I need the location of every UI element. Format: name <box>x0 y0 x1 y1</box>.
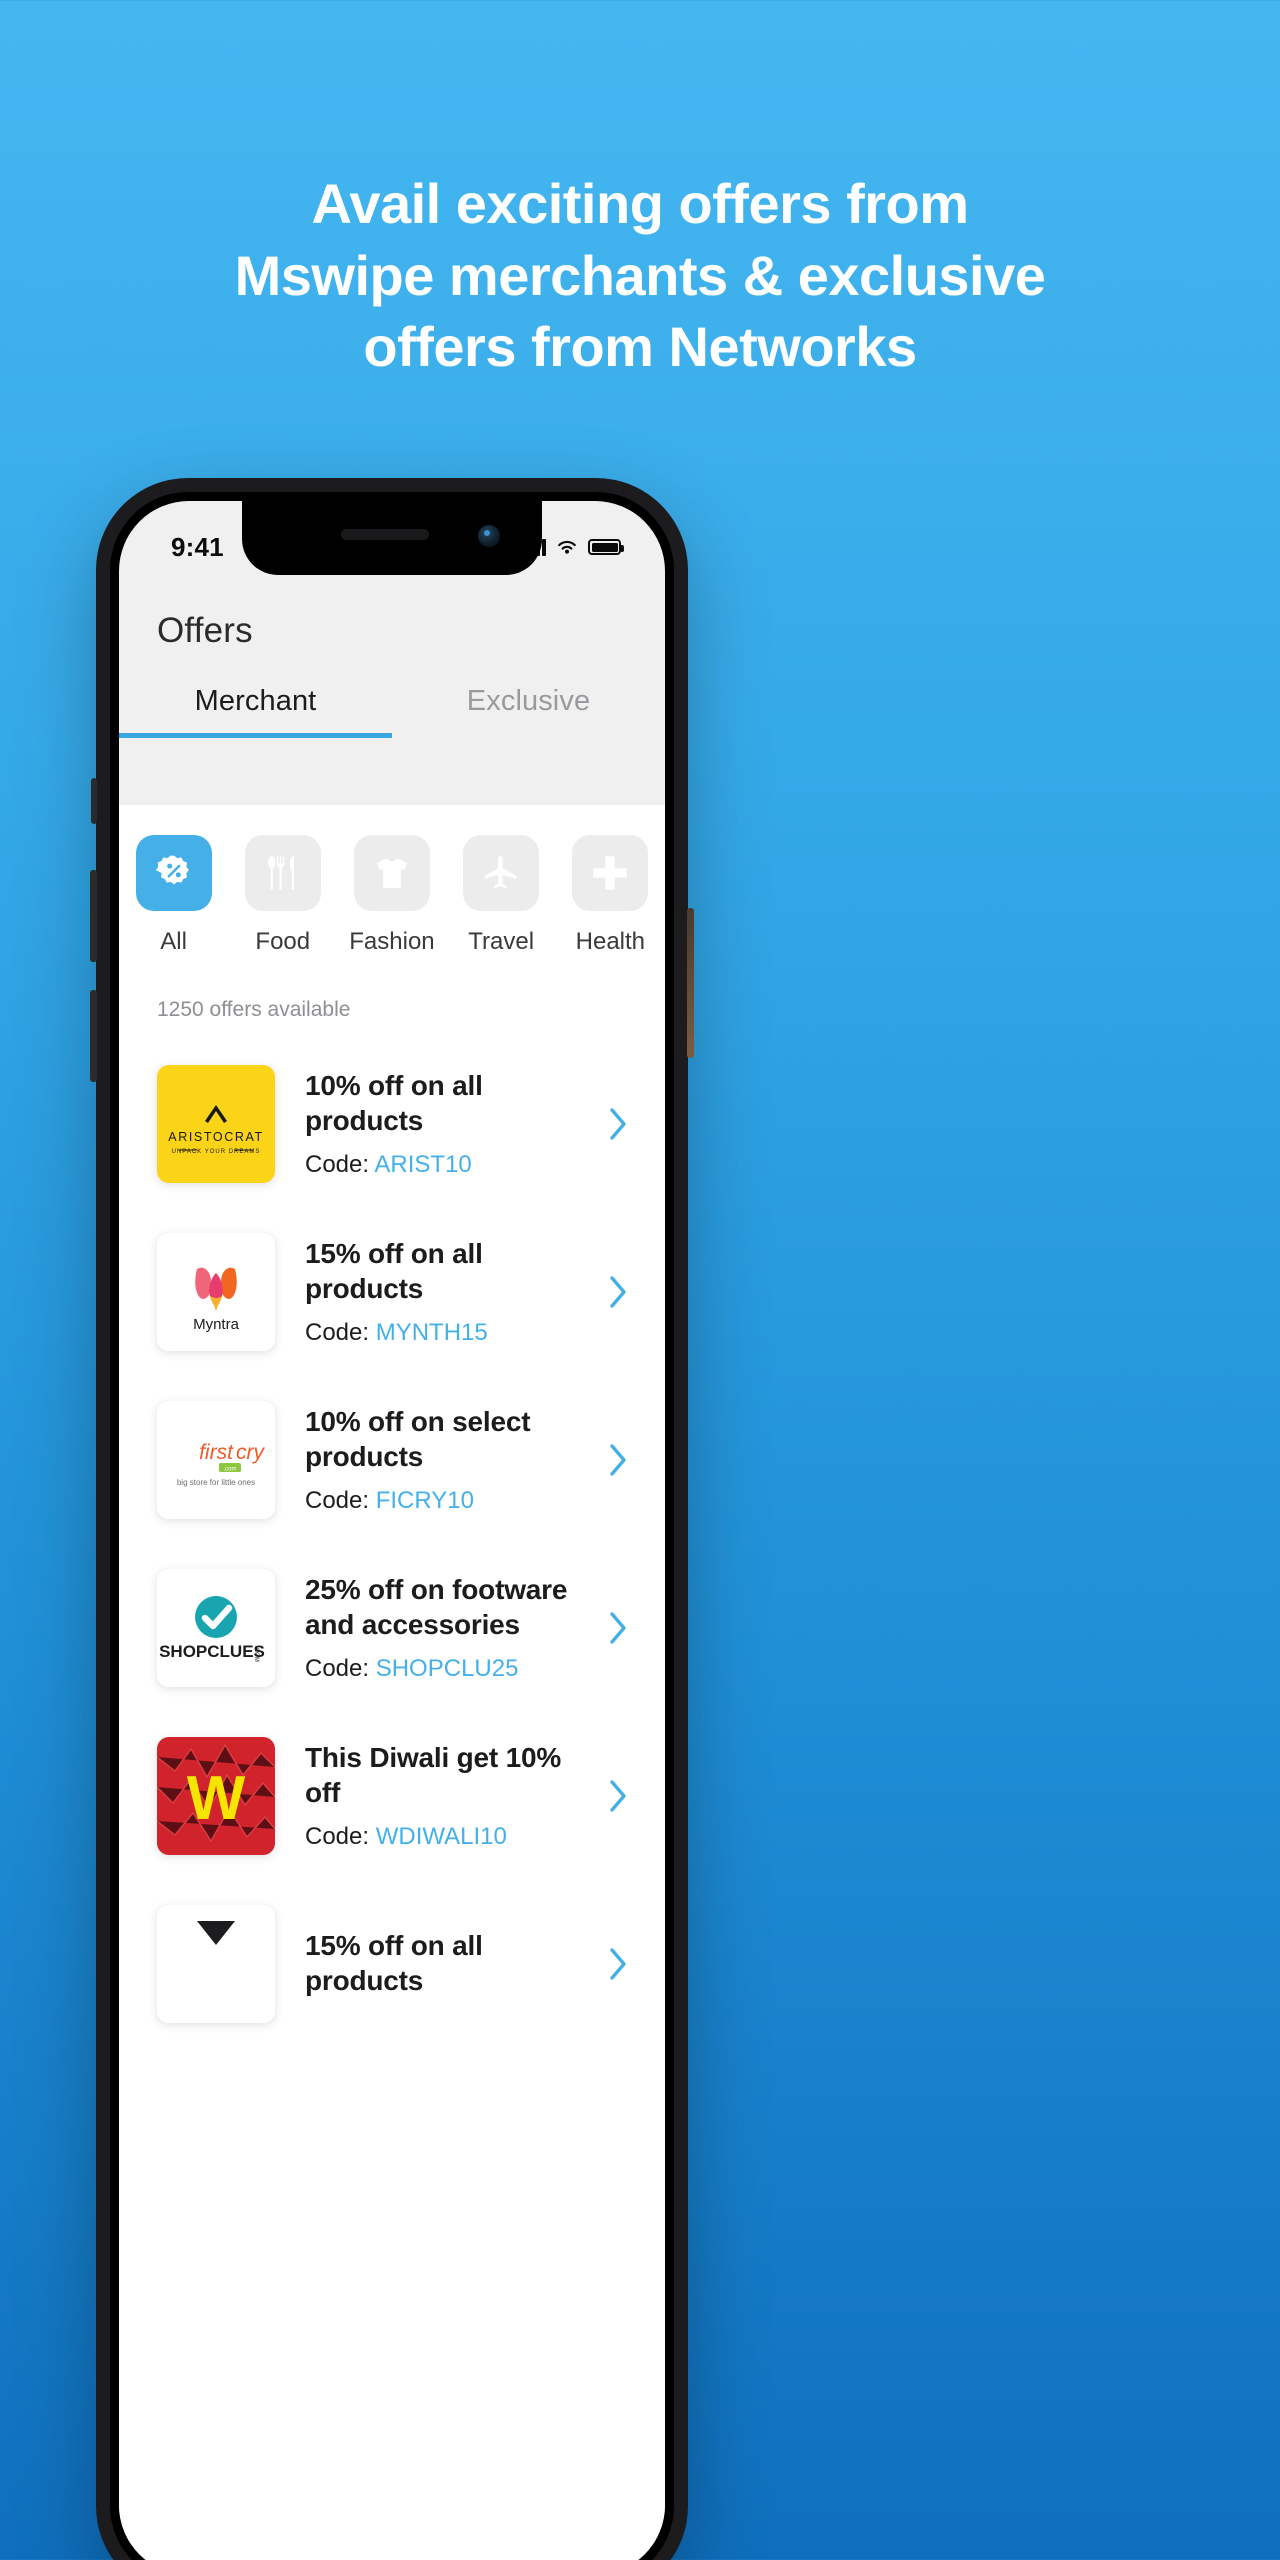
category-food[interactable]: Food <box>228 835 337 956</box>
tshirt-icon <box>353 835 430 911</box>
svg-text:UNPACK YOUR DREAMS: UNPACK YOUR DREAMS <box>172 1149 261 1155</box>
app-header: Offers Merchant Exclusive <box>119 575 665 738</box>
earpiece-speaker <box>340 529 429 540</box>
offer-list-item[interactable]: 15% off on all products <box>119 1880 665 2048</box>
battery-full-icon <box>588 539 624 555</box>
category-health[interactable]: Health <box>556 835 665 956</box>
brand-logo-wildcraft: W <box>157 1737 275 1855</box>
mute-switch[interactable] <box>91 778 97 824</box>
code-value[interactable]: ARIST10 <box>374 1151 471 1178</box>
offer-title: 25% off on footware and accessories <box>305 1574 568 1640</box>
headline-line-2: Mswipe merchants & exclusive <box>234 243 1046 307</box>
phone-mockup: 9:41 Offers Merchant Exclusive All Food … <box>90 478 694 2560</box>
front-camera-icon <box>478 525 500 547</box>
offer-text: 25% off on footware and accessories Code… <box>275 1573 601 1682</box>
brand-logo-firstcry: first cry .com big store for little ones <box>157 1401 275 1519</box>
offer-title: 10% off on select products <box>305 1406 531 1472</box>
code-prefix: Code: <box>305 1822 376 1850</box>
offer-list-item[interactable]: W This Diwali get 10% off Code: WDIWALI1… <box>119 1712 665 1880</box>
offer-list: ARISTOCRAT UNPACK YOUR DREAMS 10% off on… <box>119 1022 665 2048</box>
brand-logo-aristocrat: ARISTOCRAT UNPACK YOUR DREAMS <box>157 1065 275 1183</box>
offer-list-item[interactable]: SHOPCLUES .COM 25% off on footware and a… <box>119 1544 665 1712</box>
discount-badge-icon <box>135 835 212 911</box>
offers-content: All Food Fashion Travel Health 1250 offe… <box>119 805 665 2560</box>
chevron-right-icon[interactable] <box>601 1608 635 1648</box>
power-button[interactable] <box>687 908 694 1058</box>
code-prefix: Code: <box>305 1486 376 1514</box>
offer-title: This Diwali get 10% off <box>305 1742 562 1808</box>
volume-down-button[interactable] <box>90 990 97 1082</box>
offer-text: 15% off on all products Code: MYNTH15 <box>275 1237 601 1346</box>
medical-cross-icon <box>572 835 649 911</box>
offer-code: Code: ARIST10 <box>305 1151 585 1179</box>
chevron-right-icon[interactable] <box>601 1776 635 1816</box>
category-all[interactable]: All <box>119 835 228 956</box>
chevron-right-icon[interactable] <box>601 1104 635 1144</box>
tab-bar: Merchant Exclusive <box>119 685 665 738</box>
category-filter-row: All Food Fashion Travel Health <box>119 805 665 966</box>
promo-headline: Avail exciting offers from Mswipe mercha… <box>0 168 1280 383</box>
category-fashion[interactable]: Fashion <box>337 835 446 956</box>
offer-text: 15% off on all products <box>275 1929 601 1998</box>
status-time: 9:41 <box>171 531 224 562</box>
volume-up-button[interactable] <box>90 870 97 962</box>
airplane-icon <box>463 835 540 911</box>
headline-line-1: Avail exciting offers from <box>311 172 969 235</box>
chevron-right-icon[interactable] <box>601 1944 635 1984</box>
offer-text: 10% off on all products Code: ARIST10 <box>275 1069 601 1178</box>
offer-title: 10% off on all products <box>305 1070 483 1136</box>
tab-exclusive[interactable]: Exclusive <box>392 685 665 738</box>
svg-text:first: first <box>199 1441 234 1464</box>
wifi-icon <box>558 540 576 554</box>
offer-count-label: 1250 offers available <box>157 998 351 1021</box>
code-prefix: Code: <box>305 1654 376 1682</box>
offer-title: 15% off on all products <box>305 1238 483 1304</box>
tab-merchant[interactable]: Merchant <box>119 685 392 738</box>
offer-code: Code: WDIWALI10 <box>305 1823 585 1851</box>
phone-bezel: 9:41 Offers Merchant Exclusive All Food … <box>110 492 674 2560</box>
chevron-right-icon[interactable] <box>601 1272 635 1312</box>
offer-code: Code: FICRY10 <box>305 1487 585 1515</box>
code-value[interactable]: FICRY10 <box>376 1487 474 1514</box>
category-travel[interactable]: Travel <box>447 835 556 956</box>
notch <box>242 501 542 575</box>
offer-list-item[interactable]: ARISTOCRAT UNPACK YOUR DREAMS 10% off on… <box>119 1040 665 1208</box>
svg-text:ARISTOCRAT: ARISTOCRAT <box>168 1130 263 1144</box>
offer-code: Code: SHOPCLU25 <box>305 1655 585 1683</box>
chevron-right-icon[interactable] <box>601 1440 635 1480</box>
category-food-label: Food <box>255 928 311 955</box>
svg-text:Myntra: Myntra <box>193 1316 240 1333</box>
code-value[interactable]: MYNTH15 <box>376 1319 488 1346</box>
brand-logo-partial <box>157 1905 275 2023</box>
brand-logo-myntra: Myntra <box>157 1233 275 1351</box>
code-prefix: Code: <box>305 1318 376 1346</box>
code-value[interactable]: WDIWALI10 <box>376 1823 507 1850</box>
offer-text: 10% off on select products Code: FICRY10 <box>275 1405 601 1514</box>
cutlery-icon <box>244 835 321 911</box>
code-value[interactable]: SHOPCLU25 <box>376 1655 519 1682</box>
svg-text:big store for little ones: big store for little ones <box>177 1478 255 1487</box>
category-travel-label: Travel <box>468 928 535 955</box>
headline-line-3: offers from Networks <box>363 315 917 379</box>
category-fashion-label: Fashion <box>349 928 435 955</box>
offer-text: This Diwali get 10% off Code: WDIWALI10 <box>275 1741 601 1850</box>
phone-screen: 9:41 Offers Merchant Exclusive All Food … <box>119 501 665 2560</box>
svg-text:W: W <box>187 1764 246 1833</box>
svg-text:SHOPCLUES: SHOPCLUES <box>159 1642 265 1661</box>
brand-logo-shopclues: SHOPCLUES .COM <box>157 1569 275 1687</box>
svg-text:cry: cry <box>236 1441 265 1464</box>
svg-text:.COM: .COM <box>253 1646 259 1662</box>
offer-title: 15% off on all products <box>305 1930 483 1996</box>
page-title: Offers <box>157 611 253 650</box>
category-health-label: Health <box>575 928 646 955</box>
offer-list-item[interactable]: Myntra 15% off on all products Code: MYN… <box>119 1208 665 1376</box>
svg-text:.com: .com <box>223 1467 236 1473</box>
offer-list-item[interactable]: first cry .com big store for little ones… <box>119 1376 665 1544</box>
category-all-label: All <box>160 928 187 955</box>
offer-code: Code: MYNTH15 <box>305 1319 585 1347</box>
code-prefix: Code: <box>305 1150 375 1178</box>
